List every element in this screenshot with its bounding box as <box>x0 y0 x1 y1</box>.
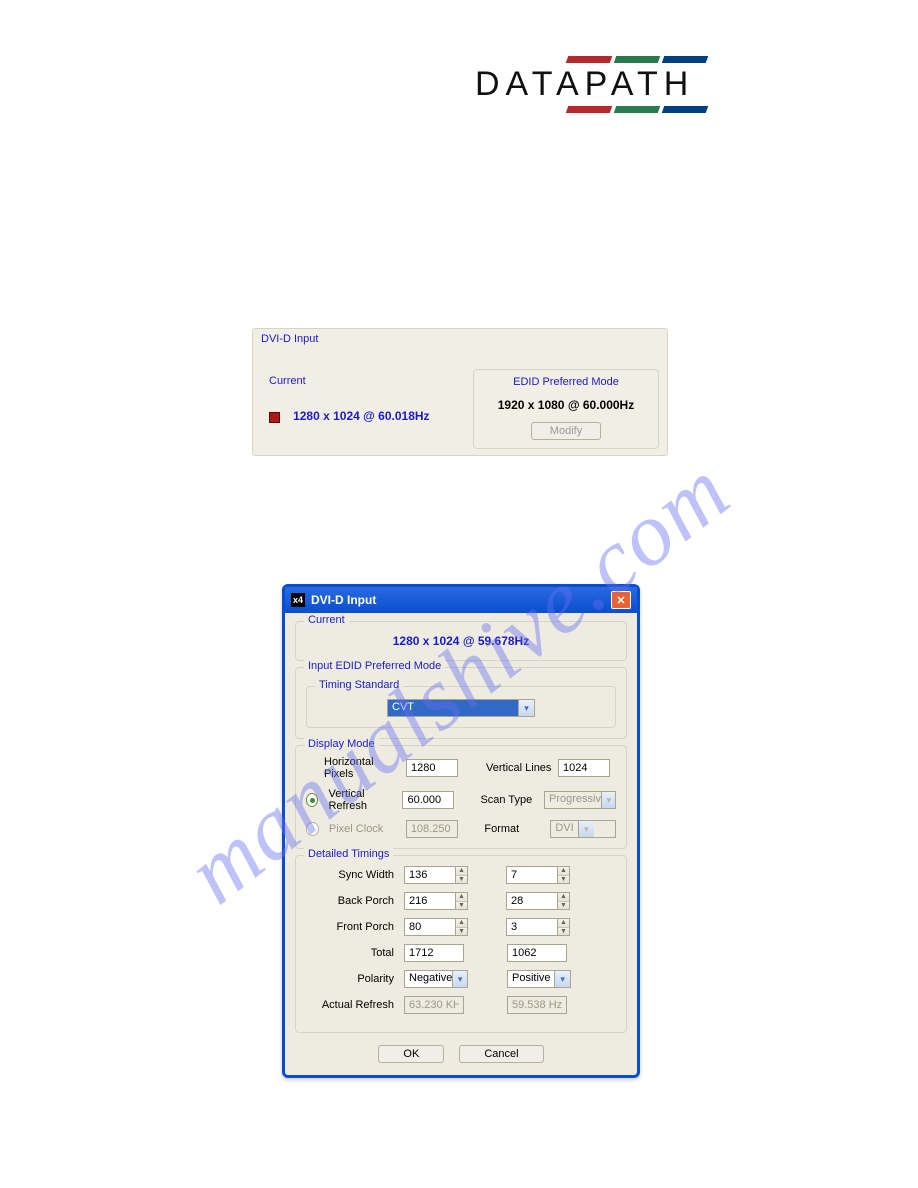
display-mode-title: Display Mode <box>304 738 379 750</box>
dialog-titlebar[interactable]: x4 DVI-D Input ✕ <box>285 587 637 613</box>
chevron-down-icon: ▾ <box>578 821 594 837</box>
logo-bars-bottom <box>567 106 795 113</box>
dialog-title: DVI-D Input <box>311 593 376 607</box>
actual-refresh-h <box>404 996 464 1014</box>
spinner[interactable]: ▲▼ <box>455 866 468 884</box>
front-porch-h-input[interactable] <box>404 918 456 936</box>
hpixels-input[interactable] <box>406 759 458 777</box>
actual-refresh-v <box>507 996 567 1014</box>
spinner[interactable]: ▲▼ <box>557 892 570 910</box>
total-h-input[interactable] <box>404 944 464 962</box>
timing-standard-combo[interactable]: CVT ▾ <box>387 699 535 717</box>
polarity-h-value: Negative <box>405 971 452 987</box>
chevron-down-icon[interactable]: ▾ <box>452 971 467 987</box>
scantype-label: Scan Type <box>480 794 538 806</box>
ok-button[interactable]: OK <box>378 1045 444 1063</box>
scantype-value: Progressive <box>545 792 601 808</box>
app-icon: x4 <box>291 593 305 607</box>
vrefresh-input[interactable] <box>402 791 454 809</box>
edid-group-title: Input EDID Preferred Mode <box>304 660 445 672</box>
back-porch-h-input[interactable] <box>404 892 456 910</box>
dvi-d-input-dialog: x4 DVI-D Input ✕ Current 1280 x 1024 @ 5… <box>282 584 640 1078</box>
edid-label: EDID Preferred Mode <box>509 376 623 388</box>
format-label: Format <box>484 823 544 835</box>
logo-text: DATAPATH <box>475 65 795 104</box>
cancel-button[interactable]: Cancel <box>459 1045 543 1063</box>
spinner[interactable]: ▲▼ <box>557 866 570 884</box>
chevron-down-icon: ▾ <box>601 792 615 808</box>
spinner[interactable]: ▲▼ <box>557 918 570 936</box>
current-group: Current 1280 x 1024 @ 59.678Hz <box>295 621 627 661</box>
polarity-label: Polarity <box>306 973 404 985</box>
chevron-down-icon[interactable]: ▾ <box>518 700 534 716</box>
display-mode-group: Display Mode Horizontal Pixels Vertical … <box>295 745 627 849</box>
detailed-timings-group: Detailed Timings Sync Width ▲▼ ▲▼ Back P… <box>295 855 627 1033</box>
timing-standard-group: Timing Standard CVT ▾ <box>306 686 616 728</box>
detailed-timings-title: Detailed Timings <box>304 848 393 860</box>
timing-standard-label: Timing Standard <box>315 679 403 691</box>
actual-refresh-label: Actual Refresh <box>306 999 404 1011</box>
edid-mode-text: 1920 x 1080 @ 60.000Hz <box>482 398 650 412</box>
front-porch-v-input[interactable] <box>506 918 558 936</box>
scantype-combo: Progressive ▾ <box>544 791 616 809</box>
current-label: Current <box>269 375 455 387</box>
sync-width-label: Sync Width <box>306 869 404 881</box>
chevron-down-icon[interactable]: ▾ <box>554 971 570 987</box>
format-combo: DVI ▾ <box>550 820 616 838</box>
back-porch-v-input[interactable] <box>506 892 558 910</box>
status-indicator-icon <box>269 412 280 423</box>
front-porch-label: Front Porch <box>306 921 404 933</box>
format-value: DVI <box>551 821 577 837</box>
current-group-title: Current <box>304 614 349 626</box>
panel-title: DVI-D Input <box>261 333 659 345</box>
spinner[interactable]: ▲▼ <box>455 892 468 910</box>
pixel-clock-radio <box>306 822 319 836</box>
vlines-label: Vertical Lines <box>486 762 552 774</box>
polarity-v-combo[interactable]: Positive ▾ <box>507 970 571 988</box>
vertical-refresh-radio[interactable] <box>306 793 318 807</box>
pixclock-label: Pixel Clock <box>329 823 400 835</box>
pixclock-input <box>406 820 458 838</box>
edid-group: Input EDID Preferred Mode Timing Standar… <box>295 667 627 739</box>
vrefresh-label: Vertical Refresh <box>328 788 396 812</box>
polarity-v-value: Positive <box>508 971 554 987</box>
sync-width-h-input[interactable] <box>404 866 456 884</box>
timing-standard-value: CVT <box>388 700 518 716</box>
total-v-input[interactable] <box>507 944 567 962</box>
brand-logo: DATAPATH <box>475 56 795 115</box>
modify-button[interactable]: Modify <box>531 422 601 440</box>
close-icon[interactable]: ✕ <box>611 591 631 609</box>
back-porch-label: Back Porch <box>306 895 404 907</box>
sync-width-v-input[interactable] <box>506 866 558 884</box>
spinner[interactable]: ▲▼ <box>455 918 468 936</box>
current-mode-value: 1280 x 1024 @ 59.678Hz <box>306 632 616 650</box>
dvi-d-input-summary-panel: DVI-D Input Current 1280 x 1024 @ 60.018… <box>252 328 668 456</box>
polarity-h-combo[interactable]: Negative ▾ <box>404 970 468 988</box>
vlines-input[interactable] <box>558 759 610 777</box>
hpixels-label: Horizontal Pixels <box>324 756 400 780</box>
total-label: Total <box>306 947 404 959</box>
current-mode-text: 1280 x 1024 @ 60.018Hz <box>293 409 429 423</box>
logo-bars-top <box>567 56 795 63</box>
